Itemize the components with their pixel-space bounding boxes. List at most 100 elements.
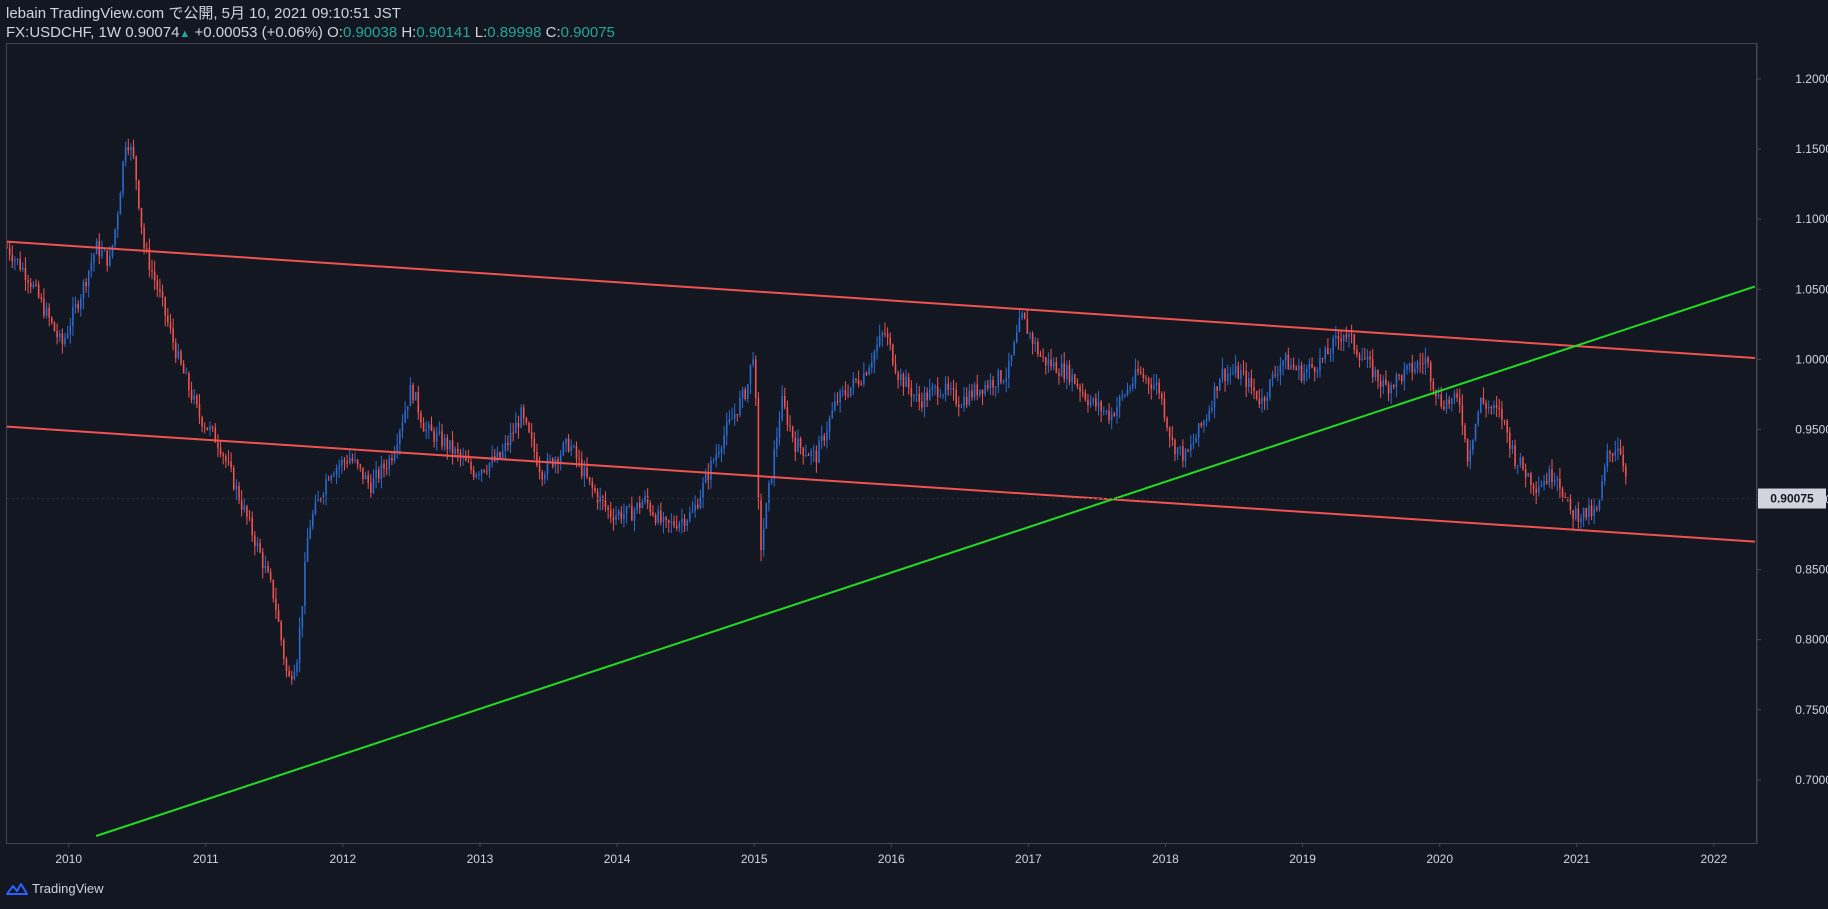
candle-body (791, 426, 794, 438)
candle-body (1469, 449, 1472, 462)
candle-body (573, 446, 575, 448)
candle-body (899, 374, 902, 380)
candle-body (1131, 383, 1134, 388)
candle-body (1313, 367, 1316, 373)
candle-body (1448, 399, 1450, 404)
candle-body (889, 337, 892, 345)
candles-group (7, 138, 1627, 685)
x-tick-label: 2011 (193, 852, 219, 866)
candle-body (333, 474, 335, 477)
candle-body (1519, 457, 1522, 466)
candle-body (783, 396, 786, 408)
candle-body (720, 448, 723, 453)
candle-body (1026, 319, 1029, 334)
candle-body (438, 431, 441, 434)
candle-body (1366, 356, 1369, 360)
candle-body (588, 477, 591, 482)
candle-body (757, 397, 760, 501)
candle-body (673, 521, 675, 526)
candle-body (90, 262, 93, 271)
candle-body (578, 458, 580, 460)
candle-body (789, 425, 791, 427)
candle-body (520, 407, 522, 428)
candle-body (449, 440, 451, 450)
candle-body (657, 510, 660, 523)
candle-body (747, 384, 749, 399)
candle-body (1015, 332, 1018, 343)
candle-body (1084, 392, 1087, 400)
candle-body (652, 511, 654, 516)
price-chart[interactable]: 1.20000 1.15000 1.10000 1.05000 1.00000 0.950… (0, 0, 1828, 909)
candle-body (1163, 398, 1166, 419)
candle-body (145, 248, 148, 250)
candle-body (1176, 447, 1179, 455)
candle-body (1377, 370, 1379, 382)
candle-body (1211, 407, 1213, 411)
candle-body (66, 333, 69, 338)
candle-body (341, 460, 343, 466)
candle-body (301, 605, 304, 628)
candle-body (132, 146, 135, 157)
candle-body (739, 397, 741, 416)
candle-body (1095, 398, 1097, 407)
candle-body (372, 477, 375, 493)
candle-body (1018, 318, 1021, 333)
candle-body (1271, 374, 1274, 380)
candle-body (87, 270, 90, 287)
tradingview-footer[interactable]: TradingView (6, 881, 104, 896)
candle-body (736, 413, 739, 416)
candle-body (417, 391, 420, 414)
candle-body (939, 395, 942, 397)
candle-body (823, 435, 826, 441)
candle-body (288, 670, 290, 677)
candle-body (401, 422, 404, 432)
candle-body (749, 364, 752, 385)
candle-body (235, 485, 238, 490)
candle-body (435, 433, 438, 442)
candle-body (1340, 339, 1342, 342)
candle-body (696, 504, 699, 509)
candle-body (1548, 469, 1551, 484)
candle-body (280, 621, 282, 641)
candle-body (1118, 396, 1121, 408)
candle-body (1197, 423, 1200, 438)
candle-body (633, 510, 636, 521)
candle-body (1580, 518, 1582, 522)
candle-body (1226, 373, 1229, 382)
candle-body (812, 450, 815, 452)
candle-body (1480, 397, 1482, 413)
candle-body (169, 322, 172, 329)
candle-body (979, 389, 981, 396)
candle-body (1034, 341, 1037, 344)
candle-body (704, 473, 707, 483)
candle-body (1295, 367, 1298, 370)
candle-body (1477, 412, 1479, 424)
candle-body (852, 378, 855, 388)
candle-body (1482, 397, 1485, 404)
candle-body (617, 511, 620, 516)
candle-body (1055, 362, 1058, 374)
candle-body (1619, 448, 1622, 455)
candle-body (654, 515, 657, 523)
candle-body (1166, 418, 1168, 428)
candle-body (1002, 381, 1005, 383)
candle-body (404, 410, 406, 423)
candle-body (1617, 448, 1619, 451)
candle-body (359, 464, 362, 468)
candle-body (665, 517, 667, 521)
candle-body (538, 465, 541, 472)
candle-body (327, 479, 330, 481)
candle-body (1300, 365, 1303, 381)
candle-body (338, 465, 340, 468)
candle-body (1342, 334, 1345, 342)
candle-body (620, 511, 623, 520)
candle-body (609, 509, 612, 518)
candle-body (802, 447, 805, 456)
candle-body (53, 322, 56, 332)
candle-body (831, 410, 834, 418)
candle-body (778, 420, 781, 438)
candle-body (728, 418, 731, 423)
candle-body (1611, 453, 1614, 456)
candle-body (122, 161, 124, 193)
candle-body (868, 367, 870, 375)
